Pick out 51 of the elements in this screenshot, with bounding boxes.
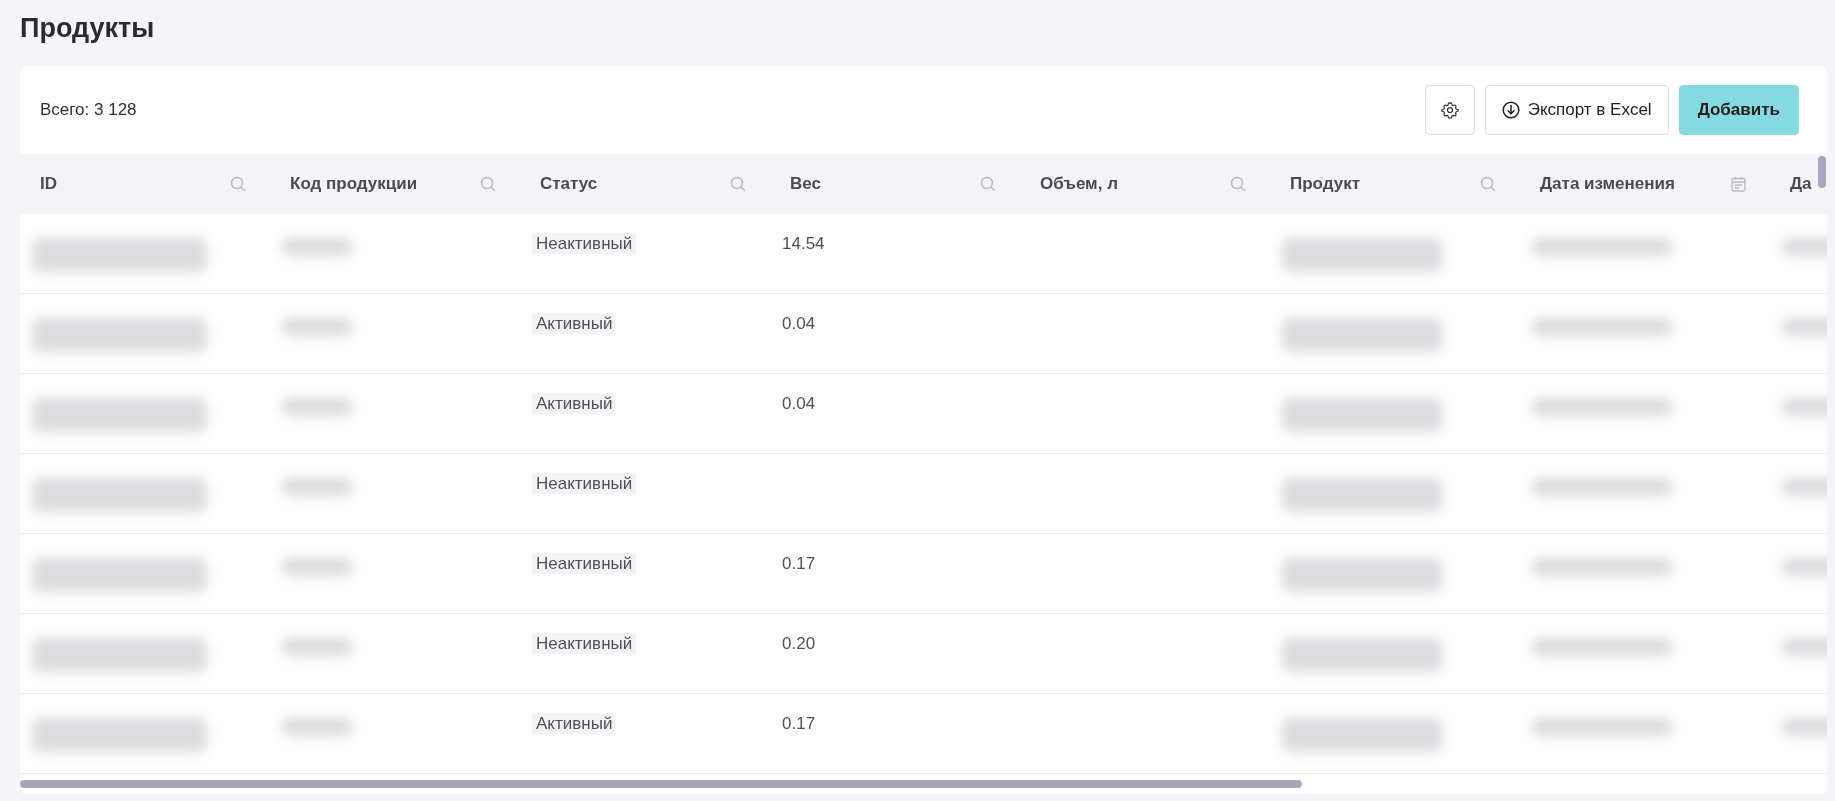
status-tag: Неактивный bbox=[532, 633, 637, 654]
status-tag: Неактивный bbox=[532, 553, 637, 574]
column-title: Да bbox=[1790, 174, 1812, 194]
horizontal-scrollbar[interactable] bbox=[20, 780, 1302, 788]
blurred-text bbox=[282, 638, 352, 656]
blurred-text bbox=[1782, 638, 1827, 656]
vertical-scrollbar[interactable] bbox=[1818, 156, 1826, 188]
column-title: Продукт bbox=[1290, 174, 1361, 194]
status-tag: Неактивный bbox=[532, 233, 637, 254]
blurred-text bbox=[1782, 478, 1827, 496]
column-title: Статус bbox=[540, 174, 598, 194]
download-icon bbox=[1501, 101, 1520, 119]
search-icon[interactable] bbox=[230, 176, 246, 192]
column-title: Код продукции bbox=[290, 174, 418, 194]
weight-value: 0.20 bbox=[782, 634, 816, 653]
column-title: Объем, л bbox=[1040, 174, 1118, 194]
export-button[interactable]: Экспорт в Excel bbox=[1484, 85, 1669, 135]
blurred-text bbox=[282, 478, 352, 496]
add-button[interactable]: Добавить bbox=[1678, 85, 1799, 135]
weight-value: 0.04 bbox=[782, 394, 816, 413]
blurred-text bbox=[282, 558, 352, 576]
search-icon[interactable] bbox=[1230, 176, 1246, 192]
search-icon[interactable] bbox=[1480, 176, 1496, 192]
status-tag: Активный bbox=[532, 713, 617, 734]
status-tag: Активный bbox=[532, 393, 617, 414]
blurred-text bbox=[1782, 398, 1827, 416]
blurred-text bbox=[1782, 238, 1827, 256]
column-title: Вес bbox=[790, 174, 821, 194]
blurred-text bbox=[282, 718, 352, 736]
search-icon[interactable] bbox=[980, 176, 996, 192]
weight-value: 0.17 bbox=[782, 714, 816, 733]
blurred-text bbox=[282, 318, 352, 336]
blurred-text bbox=[282, 398, 352, 416]
column-title: ID bbox=[40, 174, 57, 194]
page-title: Продукты bbox=[20, 12, 156, 45]
weight-value: 14.54 bbox=[782, 234, 825, 253]
settings-icon bbox=[1440, 101, 1459, 119]
weight-value: 0.04 bbox=[782, 314, 816, 333]
search-icon[interactable] bbox=[730, 176, 746, 192]
status-tag: Активный bbox=[532, 313, 617, 334]
settings-button[interactable] bbox=[1424, 85, 1475, 135]
search-icon[interactable] bbox=[480, 176, 496, 192]
blurred-text bbox=[1782, 318, 1827, 336]
calendar-icon[interactable] bbox=[1731, 176, 1746, 192]
blurred-text bbox=[1782, 718, 1827, 736]
status-tag: Неактивный bbox=[532, 473, 637, 494]
blurred-text bbox=[282, 238, 352, 256]
weight-value: 0.17 bbox=[782, 554, 816, 573]
blurred-text bbox=[1782, 558, 1827, 576]
column-title: Дата изменения bbox=[1540, 174, 1675, 194]
total-count: Всего: 3 128 bbox=[40, 100, 138, 120]
